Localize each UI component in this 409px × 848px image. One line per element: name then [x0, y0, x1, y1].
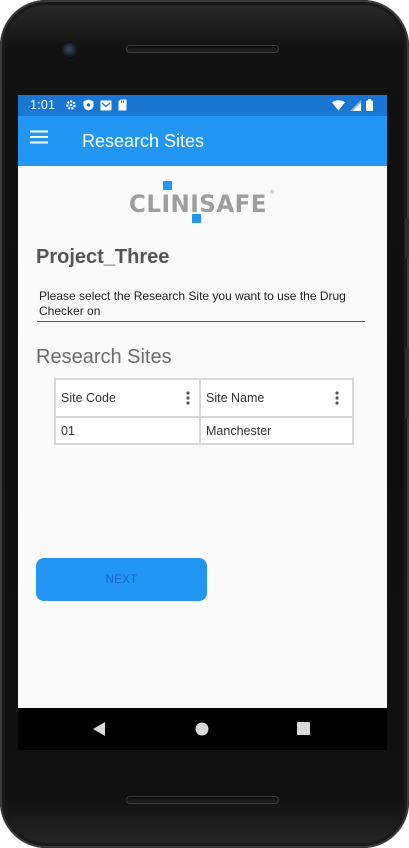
bottom-speaker	[126, 796, 279, 804]
volume-button	[405, 348, 409, 418]
clinisafe-logo: CLINISAFE ®	[128, 181, 278, 225]
status-icons-left	[65, 99, 127, 114]
column-header-label: Site Name	[206, 391, 265, 405]
table-header-row: Site Code Site Name	[56, 380, 352, 418]
hamburger-menu-icon[interactable]	[30, 130, 54, 152]
app-bar: Research Sites	[18, 116, 387, 166]
column-header-label: Site Code	[61, 391, 116, 405]
research-sites-table: Site Code Site Name 01 Manchester	[54, 378, 354, 445]
signal-icon	[350, 99, 361, 114]
wifi-icon	[332, 99, 345, 114]
project-name: Project_Three	[36, 246, 170, 268]
shield-icon	[83, 99, 94, 114]
logo-registered-mark: ®	[269, 189, 275, 196]
phone-frame: 1:01 Research Sites CLINISAFE ® Project_…	[0, 0, 409, 848]
logo-text: CLINISAFE	[129, 190, 267, 218]
recents-icon[interactable]	[297, 722, 310, 740]
back-icon[interactable]	[92, 721, 106, 742]
mail-icon	[100, 100, 112, 114]
app-screen: 1:01 Research Sites CLINISAFE ® Project_…	[18, 95, 387, 708]
column-header-site-name[interactable]: Site Name	[201, 380, 348, 416]
top-speaker	[126, 45, 279, 53]
home-icon[interactable]	[195, 722, 209, 741]
research-sites-heading: Research Sites	[36, 346, 172, 368]
status-icons-right	[332, 99, 373, 114]
front-camera	[62, 43, 78, 59]
battery-icon	[366, 99, 373, 114]
next-button[interactable]: NEXT	[36, 558, 207, 601]
status-time: 1:01	[30, 98, 56, 112]
more-vert-icon[interactable]	[185, 390, 191, 406]
site-name-cell[interactable]: Manchester	[201, 418, 348, 443]
more-vert-icon[interactable]	[334, 390, 340, 406]
table-row[interactable]: 01 Manchester	[56, 418, 352, 443]
gear-icon	[65, 99, 77, 114]
status-bar: 1:01	[18, 95, 387, 116]
sd-card-icon	[118, 99, 127, 114]
logo-square-top	[163, 181, 172, 190]
site-code-cell[interactable]: 01	[56, 418, 201, 443]
instruction-divider	[37, 321, 365, 322]
app-bar-title: Research Sites	[82, 131, 205, 151]
instruction-text: Please select the Research Site you want…	[39, 289, 346, 318]
power-button	[405, 218, 409, 258]
column-header-site-code[interactable]: Site Code	[56, 380, 201, 416]
android-nav-bar	[18, 708, 387, 750]
